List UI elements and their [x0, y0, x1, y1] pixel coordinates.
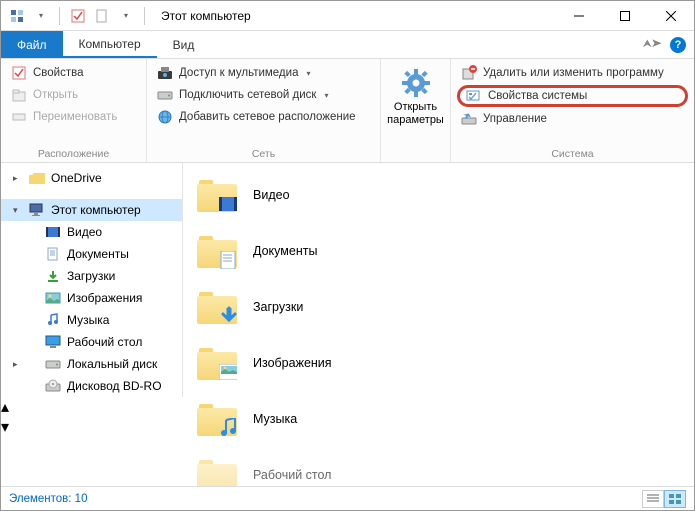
open-settings-button[interactable]: Открыть параметры [381, 63, 450, 131]
tree-bdrom[interactable]: Дисковод BD-RO [1, 375, 182, 397]
folder-music[interactable]: Музыка [191, 391, 686, 447]
rename-button: Переименовать [7, 107, 140, 127]
uninstall-button[interactable]: Удалить или изменить программу [457, 63, 688, 83]
properties-qat-icon[interactable] [68, 6, 88, 26]
rename-icon [11, 109, 27, 125]
tree-pictures[interactable]: Изображения [1, 287, 182, 309]
ribbon-group-label: Расположение [7, 146, 140, 160]
ribbon-group-label: Система [457, 146, 688, 160]
documents-icon [45, 246, 61, 262]
folder-icon [195, 455, 239, 486]
tab-computer[interactable]: Компьютер [63, 31, 157, 58]
tree-downloads[interactable]: Загрузки [1, 265, 182, 287]
ribbon-group-system: Удалить или изменить программу Свойства … [451, 59, 694, 162]
drive-icon [157, 87, 173, 103]
ribbon-group-open-settings: Открыть параметры [381, 59, 451, 162]
folder-icon [29, 170, 45, 186]
downloads-icon [45, 268, 61, 284]
tree-video[interactable]: Видео [1, 221, 182, 243]
manage-icon [461, 111, 477, 127]
main-view[interactable]: Видео Документы Загрузки Изображения Муз… [183, 163, 694, 486]
navigation-tree[interactable]: ▸ OneDrive ▾ Этот компьютер Видео Докуме… [1, 163, 183, 397]
item-count: Элементов: 10 [9, 493, 87, 505]
checkbox-icon [11, 65, 27, 81]
ribbon-tabs: Файл Компьютер Вид ⮝➤ ? [1, 31, 694, 59]
gear-icon [400, 67, 432, 99]
add-location-button[interactable]: Добавить сетевое расположение [153, 107, 374, 127]
globe-add-icon [157, 109, 173, 125]
disk-icon [45, 356, 61, 372]
folder-documents[interactable]: Документы [191, 223, 686, 279]
tree-documents[interactable]: Документы [1, 243, 182, 265]
qat-dropdown-icon[interactable]: ▾ [31, 6, 51, 26]
pictures-icon [45, 290, 61, 306]
view-details-button[interactable] [642, 490, 664, 508]
minimize-button[interactable] [556, 1, 602, 31]
folder-icon [195, 175, 239, 215]
map-drive-button[interactable]: Подключить сетевой диск ▾ [153, 85, 374, 105]
folder-video[interactable]: Видео [191, 167, 686, 223]
desktop-icon [45, 334, 61, 350]
music-icon [45, 312, 61, 328]
folder-desktop[interactable]: Рабочий стол [191, 447, 686, 486]
new-qat-icon[interactable] [92, 6, 112, 26]
system-properties-button[interactable]: Свойства системы [457, 85, 688, 107]
folder-icon [195, 343, 239, 383]
disc-icon [45, 378, 61, 394]
media-access-button[interactable]: Доступ к мультимедиа ▾ [153, 63, 374, 83]
properties-button[interactable]: Свойства [7, 63, 140, 83]
video-icon [45, 224, 61, 240]
folder-downloads[interactable]: Загрузки [191, 279, 686, 335]
minimize-ribbon-icon[interactable]: ⮝➤ [643, 38, 662, 51]
expand-icon[interactable]: ▸ [13, 173, 18, 184]
window-title: Этот компьютер [155, 9, 251, 23]
status-bar: Элементов: 10 [1, 486, 694, 510]
ribbon-group-network: Доступ к мультимедиа ▾ Подключить сетево… [147, 59, 381, 162]
tree-desktop[interactable]: Рабочий стол [1, 331, 182, 353]
open-icon [11, 87, 27, 103]
expand-icon[interactable]: ▸ [13, 359, 18, 370]
scroll-down-button[interactable]: ▾ [1, 417, 183, 437]
media-icon [157, 65, 173, 81]
folder-icon [195, 231, 239, 271]
uninstall-icon [461, 65, 477, 81]
quick-access-toolbar: ▾ ▾ [1, 6, 155, 26]
folder-pictures[interactable]: Изображения [191, 335, 686, 391]
folder-icon [195, 287, 239, 327]
tree-local-disk[interactable]: ▸ Локальный диск [1, 353, 182, 375]
tree-onedrive[interactable]: ▸ OneDrive [1, 167, 182, 189]
scroll-up-button[interactable]: ▴ [1, 397, 183, 417]
content-area: ▸ OneDrive ▾ Этот компьютер Видео Докуме… [1, 163, 694, 486]
title-bar: ▾ ▾ Этот компьютер [1, 1, 694, 31]
maximize-button[interactable] [602, 1, 648, 31]
chevron-down-icon: ▾ [306, 69, 310, 78]
ribbon: Свойства Открыть Переименовать Расположе… [1, 59, 694, 163]
view-icons-button[interactable] [664, 490, 686, 508]
qat-more-icon[interactable]: ▾ [116, 6, 136, 26]
chevron-down-icon: ▾ [324, 91, 328, 100]
collapse-icon[interactable]: ▾ [13, 205, 18, 216]
ribbon-group-location: Свойства Открыть Переименовать Расположе… [1, 59, 147, 162]
help-icon[interactable]: ? [670, 37, 686, 53]
close-button[interactable] [648, 1, 694, 31]
system-properties-icon [466, 88, 482, 104]
open-button: Открыть [7, 85, 140, 105]
tab-view[interactable]: Вид [157, 31, 211, 58]
app-icon [7, 6, 27, 26]
folder-icon [195, 399, 239, 439]
manage-button[interactable]: Управление [457, 109, 688, 129]
tree-this-pc[interactable]: ▾ Этот компьютер [1, 199, 182, 221]
ribbon-group-label: Сеть [153, 146, 374, 160]
tab-file[interactable]: Файл [1, 31, 63, 58]
tree-music[interactable]: Музыка [1, 309, 182, 331]
computer-icon [29, 202, 45, 218]
